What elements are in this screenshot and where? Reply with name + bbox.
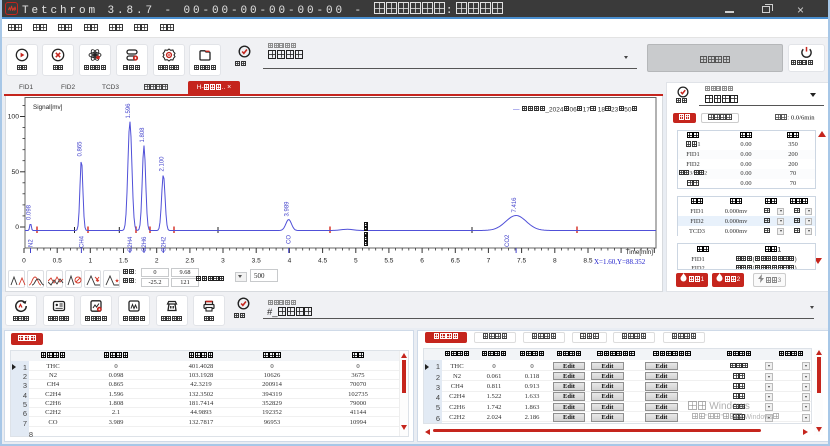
svg-text:CO: CO: [287, 235, 293, 244]
svg-text:7.5: 7.5: [517, 258, 526, 265]
svg-text:C2H6: C2H6: [142, 236, 148, 252]
svg-text:CH4: CH4: [79, 235, 85, 248]
svg-text:4: 4: [288, 258, 292, 265]
svg-text:3: 3: [221, 258, 225, 265]
svg-text:Signal[mv]: Signal[mv]: [33, 104, 63, 111]
svg-text:7.416: 7.416: [512, 197, 518, 213]
svg-text:6: 6: [420, 258, 424, 265]
svg-text:Time[min]: Time[min]: [626, 249, 654, 256]
svg-text:8.5: 8.5: [583, 258, 592, 265]
svg-text:2: 2: [155, 258, 159, 265]
svg-text:0: 0: [22, 258, 26, 265]
svg-text:100: 100: [8, 114, 20, 121]
svg-text:0.5: 0.5: [53, 258, 62, 265]
svg-text:C2H2: C2H2: [161, 236, 167, 252]
svg-text:3.5: 3.5: [252, 258, 261, 265]
svg-text:N2: N2: [29, 239, 35, 247]
svg-text:1.5: 1.5: [119, 258, 128, 265]
svg-text:2.100: 2.100: [159, 156, 165, 172]
svg-text:8: 8: [553, 258, 557, 265]
svg-text:5: 5: [354, 258, 358, 265]
svg-text:3.989: 3.989: [285, 201, 291, 217]
svg-text:0.098: 0.098: [27, 204, 33, 220]
svg-text:C2H4: C2H4: [128, 236, 134, 252]
svg-text:4.5: 4.5: [318, 258, 327, 265]
svg-text:5.5: 5.5: [384, 258, 393, 265]
svg-text:0.865: 0.865: [77, 141, 83, 157]
svg-text:50: 50: [11, 169, 19, 176]
svg-text:1: 1: [88, 258, 92, 265]
svg-text:1.808: 1.808: [140, 127, 146, 143]
svg-text:2.5: 2.5: [185, 258, 194, 265]
svg-text:6.5: 6.5: [451, 258, 460, 265]
svg-text:7: 7: [487, 258, 491, 265]
svg-text:1.596: 1.596: [126, 103, 132, 119]
svg-text:0: 0: [15, 224, 19, 231]
svg-text:CO2: CO2: [505, 234, 511, 247]
